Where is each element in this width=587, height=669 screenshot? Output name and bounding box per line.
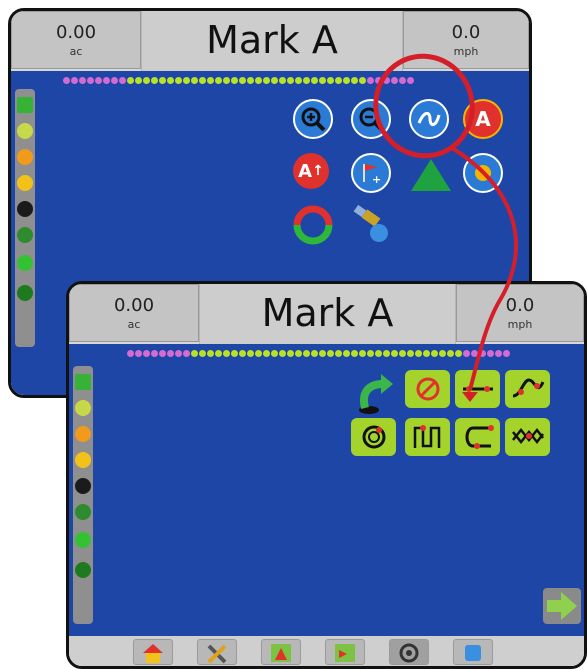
callout-overlay — [373, 53, 518, 402]
callout-connector — [450, 146, 518, 391]
highlight-circle — [373, 53, 475, 159]
callout-arrowhead — [462, 392, 478, 402]
